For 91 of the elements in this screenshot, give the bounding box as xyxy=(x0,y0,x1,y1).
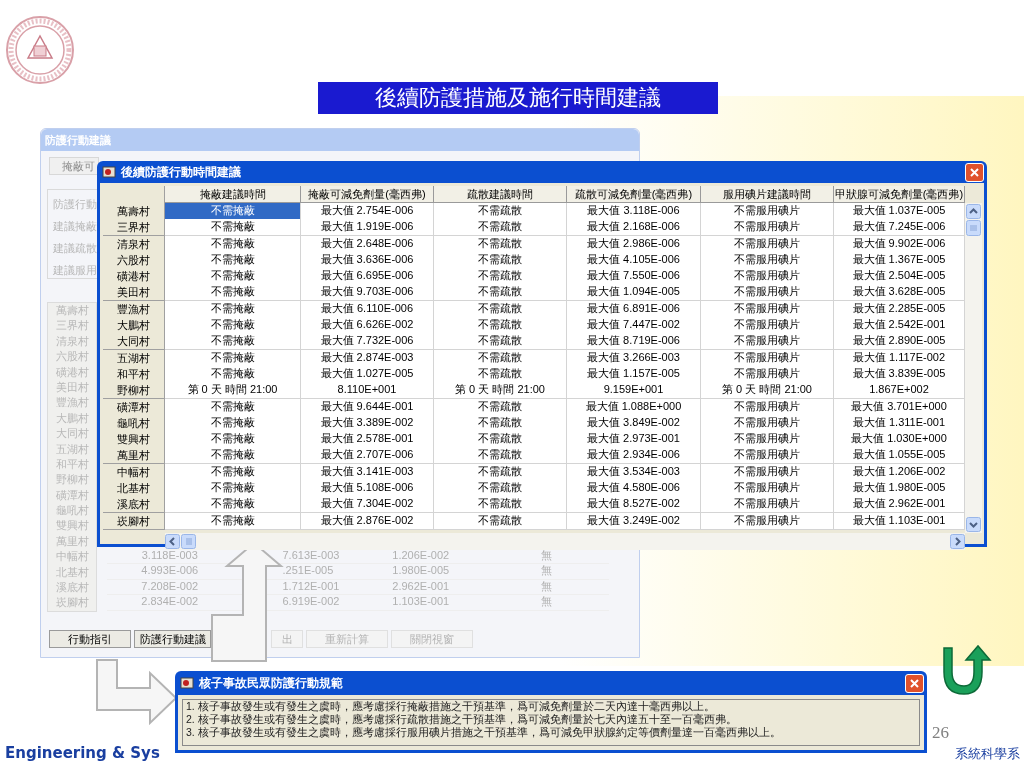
column-header[interactable]: 疏散可減免劑量(毫西弗) xyxy=(567,186,701,203)
table-cell-text: 2.962E-001 xyxy=(392,578,450,594)
table-cell: 第 0 天 時間 21:00 xyxy=(434,382,567,400)
page-number: 26 xyxy=(932,722,949,744)
row-header: 野柳村 xyxy=(103,382,165,400)
window-icon xyxy=(180,676,194,690)
table-cell: 最大值 2.707E-006 xyxy=(301,447,434,465)
table-cell: 最大值 9.703E-006 xyxy=(301,284,434,302)
table-cell[interactable]: 第 0 天 時間 21:00 xyxy=(165,382,301,400)
table-cell: 不需疏散 xyxy=(434,447,567,465)
table-cell: 最大值 2.962E-001 xyxy=(834,496,965,514)
close-icon xyxy=(969,167,980,178)
table-cell: 6.919E-002 xyxy=(282,594,340,610)
table-cell: 最大值 1.055E-005 xyxy=(834,447,965,465)
close-button[interactable] xyxy=(905,674,924,693)
table-cell: 最大值 8.719E-006 xyxy=(567,333,701,351)
footer-text: 系統科學系 xyxy=(955,745,1020,763)
scroll-down-icon xyxy=(966,517,981,532)
table-cell-text: 1.206E-002 xyxy=(392,548,450,563)
table-cell: .251E-005 xyxy=(282,563,334,579)
scroll-left-icon xyxy=(165,534,180,549)
column-header[interactable]: 服用碘片建議時間 xyxy=(701,186,834,203)
rule-text: 3. 核子事故發生或有發生之虞時，應考慮採行服用碘片措施之干預基準，爲可減免甲狀腺約定等價劑量達一百毫西弗以上。 xyxy=(186,726,782,739)
table-cell: 不需疏散 xyxy=(434,219,567,237)
table-cell: 最大值 7.304E-002 xyxy=(301,496,434,514)
table-cell: 最大值 1.919E-006 xyxy=(301,219,434,237)
table-cell: 1.980E-005 xyxy=(392,563,450,579)
table-cell: 無 xyxy=(540,594,552,610)
column-header[interactable]: 疏散建議時間 xyxy=(434,186,567,203)
row-header: 美田村 xyxy=(103,284,165,302)
table-cell: 不需疏散 xyxy=(434,496,567,514)
scroll-up-icon xyxy=(966,204,981,219)
action-button[interactable]: 行動指引 xyxy=(49,630,131,648)
field-label: 防護行動 xyxy=(53,197,98,212)
action-button[interactable]: 防護行動建議 xyxy=(134,630,211,648)
table-cell[interactable]: 不需掩蔽 xyxy=(165,219,301,237)
scroll-right-icon xyxy=(950,534,965,549)
table-cell: 4.993E-006 xyxy=(141,563,199,579)
row-header: 溪底村 xyxy=(103,496,165,514)
window-icon xyxy=(102,165,116,179)
table-cell: 無 xyxy=(540,563,552,579)
table-cell: 1.103E-001 xyxy=(392,594,450,610)
close-icon xyxy=(909,678,920,689)
table-cell: 最大值 2.168E-006 xyxy=(567,219,701,237)
window-title: 防護行動建議 xyxy=(41,129,639,151)
table-cell: 最大值 7.245E-006 xyxy=(834,219,965,237)
table-cell-text: 7.208E-002 xyxy=(141,578,199,594)
table-cell: 最大值 3.628E-005 xyxy=(834,284,965,302)
column-header[interactable]: 掩蔽可減免劑量(毫西弗) xyxy=(301,186,434,203)
scroll-thumb-icon xyxy=(181,534,196,549)
rule-text: 2. 核子事故發生或有發生之虞時，應考慮採行疏散措施之干預基準，爲可減免劑量於七天內達五十至一百毫西弗。 xyxy=(186,713,738,726)
field-label: 建議服用 xyxy=(53,263,98,278)
table-cell[interactable]: 不需掩蔽 xyxy=(165,496,301,514)
table-cell-text: 無 xyxy=(540,548,552,563)
row-header: 大同村 xyxy=(103,333,165,351)
row-header: 萬里村 xyxy=(103,447,165,465)
slide-title: 後續防護措施及施行時間建議 xyxy=(318,82,718,114)
rule-text: 1. 核子事故發生或有發生之虞時，應考慮採行掩蔽措施之干預基準，爲可減免劑量於二天內達十毫西弗以上。 xyxy=(186,700,716,713)
window-title: 核子事故民眾防護行動規範 xyxy=(199,675,343,692)
table-cell: 8.110E+001 xyxy=(301,382,434,400)
table-cell: 最大值 1.094E-005 xyxy=(567,284,701,302)
table-cell: 不需服用碘片 xyxy=(701,333,834,351)
table-cell-text: 1.712E-001 xyxy=(282,578,340,594)
table-cell: 不需疏散 xyxy=(434,333,567,351)
table-cell: 不需服用碘片 xyxy=(701,496,834,514)
scroll-thumb-icon xyxy=(966,220,981,236)
table-cell: 不需疏散 xyxy=(434,284,567,302)
table-cell: 最大值 7.732E-006 xyxy=(301,333,434,351)
table-cell: 不需服用碘片 xyxy=(701,447,834,465)
window-title: 後續防護行動時間建議 xyxy=(121,164,241,181)
footer-text: Engineering & Sys xyxy=(5,743,160,764)
column-header[interactable]: 掩蔽建議時間 xyxy=(165,186,301,203)
table-cell[interactable]: 不需掩蔽 xyxy=(165,333,301,351)
close-button[interactable] xyxy=(965,163,984,182)
table-cell: 9.159E+001 xyxy=(567,382,701,400)
column-header[interactable]: 甲狀腺可減免劑量(毫西弗) xyxy=(834,186,965,203)
table-cell[interactable]: 不需掩蔽 xyxy=(165,284,301,302)
table-cell-text: 無 xyxy=(540,578,552,594)
row-header: 三界村 xyxy=(103,219,165,237)
table-cell: 最大值 8.527E-002 xyxy=(567,496,701,514)
table-cell: 2.834E-002 xyxy=(141,594,199,610)
table-cell: 不需服用碘片 xyxy=(701,284,834,302)
table-cell: 1.867E+002 xyxy=(834,382,965,400)
table-cell: 不需服用碘片 xyxy=(701,219,834,237)
table-cell-text: 3.118E-003 xyxy=(141,548,198,563)
table-cell: 最大值 2.934E-006 xyxy=(567,447,701,465)
table-cell: 第 0 天 時間 21:00 xyxy=(701,382,834,400)
table-cell-text: 7.613E-003 xyxy=(282,548,340,563)
field-label: 建議掩蔽 xyxy=(53,219,98,234)
table-cell[interactable]: 不需掩蔽 xyxy=(165,447,301,465)
table-cell: 最大值 2.890E-005 xyxy=(834,333,965,351)
